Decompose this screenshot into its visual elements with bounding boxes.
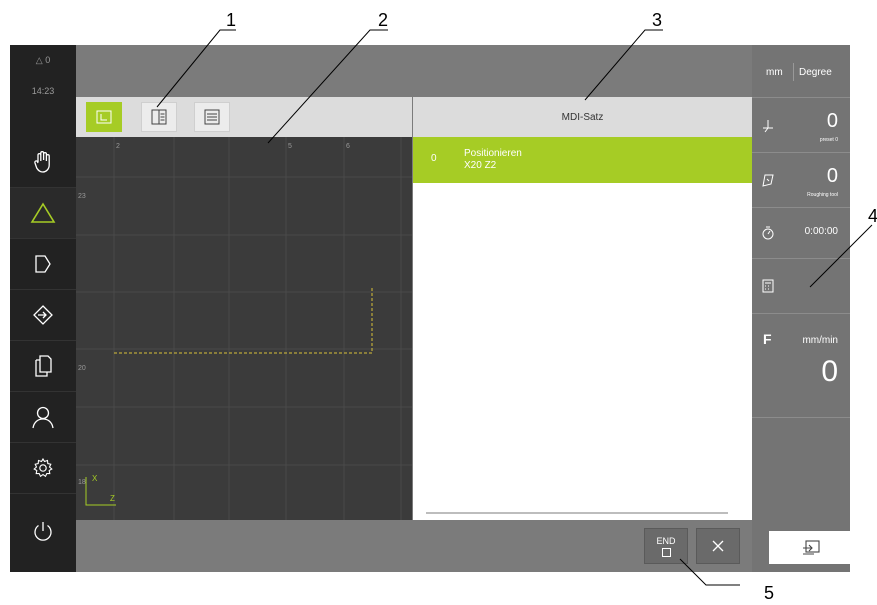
- callout-lines: [156, 29, 873, 586]
